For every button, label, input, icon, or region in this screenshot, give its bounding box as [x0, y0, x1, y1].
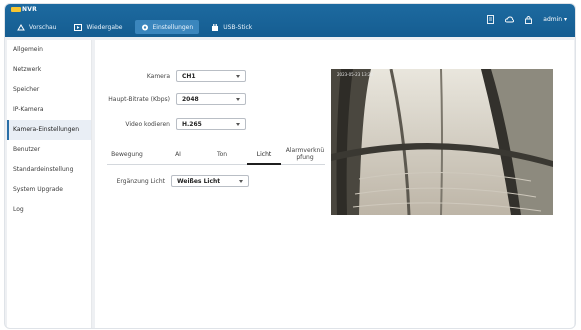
- sidebar-item-system-upgrade[interactable]: System Upgrade: [7, 180, 91, 200]
- tab-light[interactable]: Licht: [247, 147, 281, 165]
- nav-playback[interactable]: Wiedergabe: [68, 20, 128, 34]
- codec-row: Video kodieren H.265: [100, 118, 246, 130]
- user-menu[interactable]: admin ▾: [543, 16, 567, 23]
- top-bar: NVR Vorschau Wiedergabe Einstellungen US…: [5, 4, 575, 37]
- chevron-down-icon: [236, 74, 240, 78]
- logo-badge: [11, 7, 21, 12]
- playback-icon: [74, 23, 83, 31]
- preview-icon: [17, 23, 25, 31]
- tab-ai[interactable]: AI: [163, 151, 193, 169]
- brand-logo: NVR: [11, 6, 37, 13]
- sidebar-item-users[interactable]: Benutzer: [7, 140, 91, 160]
- bitrate-row: Haupt-Bitrate (Kbps) 2048: [100, 93, 246, 105]
- chevron-down-icon: [239, 179, 243, 183]
- light-value: Weißes Licht: [177, 177, 221, 185]
- nav-usb[interactable]: USB-Stick: [205, 20, 258, 34]
- settings-icon: [141, 24, 149, 31]
- codec-label: Video kodieren: [125, 120, 170, 128]
- bitrate-label: Haupt-Bitrate (Kbps): [108, 95, 170, 103]
- camera-row: Kamera CH1: [100, 70, 246, 82]
- app-window: NVR Vorschau Wiedergabe Einstellungen US…: [4, 3, 576, 329]
- camera-label: Kamera: [146, 72, 170, 80]
- sidebar-item-log[interactable]: Log: [7, 200, 91, 220]
- sidebar-item-defaults[interactable]: Standardeinstellung: [7, 160, 91, 180]
- nav-settings[interactable]: Einstellungen: [134, 20, 200, 34]
- bitrate-select[interactable]: 2048: [176, 93, 246, 105]
- document-icon[interactable]: [486, 15, 495, 24]
- lock-icon[interactable]: [524, 15, 533, 24]
- light-row: Ergänzung Licht Weißes Licht: [95, 175, 249, 187]
- camera-preview[interactable]: 2023-05-23 13:28: [331, 69, 553, 215]
- nav-playback-label: Wiedergabe: [86, 23, 123, 31]
- preview-timestamp: 2023-05-23 13:28: [337, 72, 374, 77]
- nav-preview-label: Vorschau: [29, 23, 57, 31]
- usb-icon: [211, 23, 219, 31]
- camera-value: CH1: [182, 72, 196, 80]
- header-tools: admin ▾: [476, 15, 567, 24]
- main-nav: Vorschau Wiedergabe Einstellungen USB-St…: [11, 20, 264, 34]
- sidebar: Allgemein Netzwerk Speicher IP-Kamera Ka…: [7, 40, 92, 328]
- chevron-down-icon: [236, 97, 240, 101]
- sidebar-item-network[interactable]: Netzwerk: [7, 60, 91, 80]
- cloud-icon[interactable]: [505, 15, 515, 24]
- light-label: Ergänzung Licht: [116, 177, 165, 185]
- nav-usb-label: USB-Stick: [223, 23, 253, 31]
- sidebar-item-general[interactable]: Allgemein: [7, 40, 91, 60]
- camera-preview-image: [331, 69, 553, 215]
- tab-sound[interactable]: Ton: [207, 151, 237, 169]
- brand-name: NVR: [22, 6, 37, 13]
- camera-tabs: Bewegung AI Ton Licht Alarmverknüpfung: [107, 147, 325, 165]
- codec-value: H.265: [182, 120, 202, 128]
- main-panel: Kamera CH1 Haupt-Bitrate (Kbps) 2048 Vid…: [95, 40, 574, 328]
- bitrate-value: 2048: [182, 95, 199, 103]
- nav-settings-label: Einstellungen: [152, 23, 194, 31]
- nav-preview[interactable]: Vorschau: [11, 20, 62, 34]
- light-select[interactable]: Weißes Licht: [171, 175, 249, 187]
- codec-select[interactable]: H.265: [176, 118, 246, 130]
- camera-select[interactable]: CH1: [176, 70, 246, 82]
- sidebar-item-camera-settings[interactable]: Kamera-Einstellungen: [7, 120, 91, 140]
- sidebar-item-ip-camera[interactable]: IP-Kamera: [7, 100, 91, 120]
- sidebar-item-storage[interactable]: Speicher: [7, 80, 91, 100]
- tab-motion[interactable]: Bewegung: [107, 151, 147, 169]
- chevron-down-icon: [236, 122, 240, 126]
- tab-alarm-link[interactable]: Alarmverknüpfung: [285, 147, 325, 165]
